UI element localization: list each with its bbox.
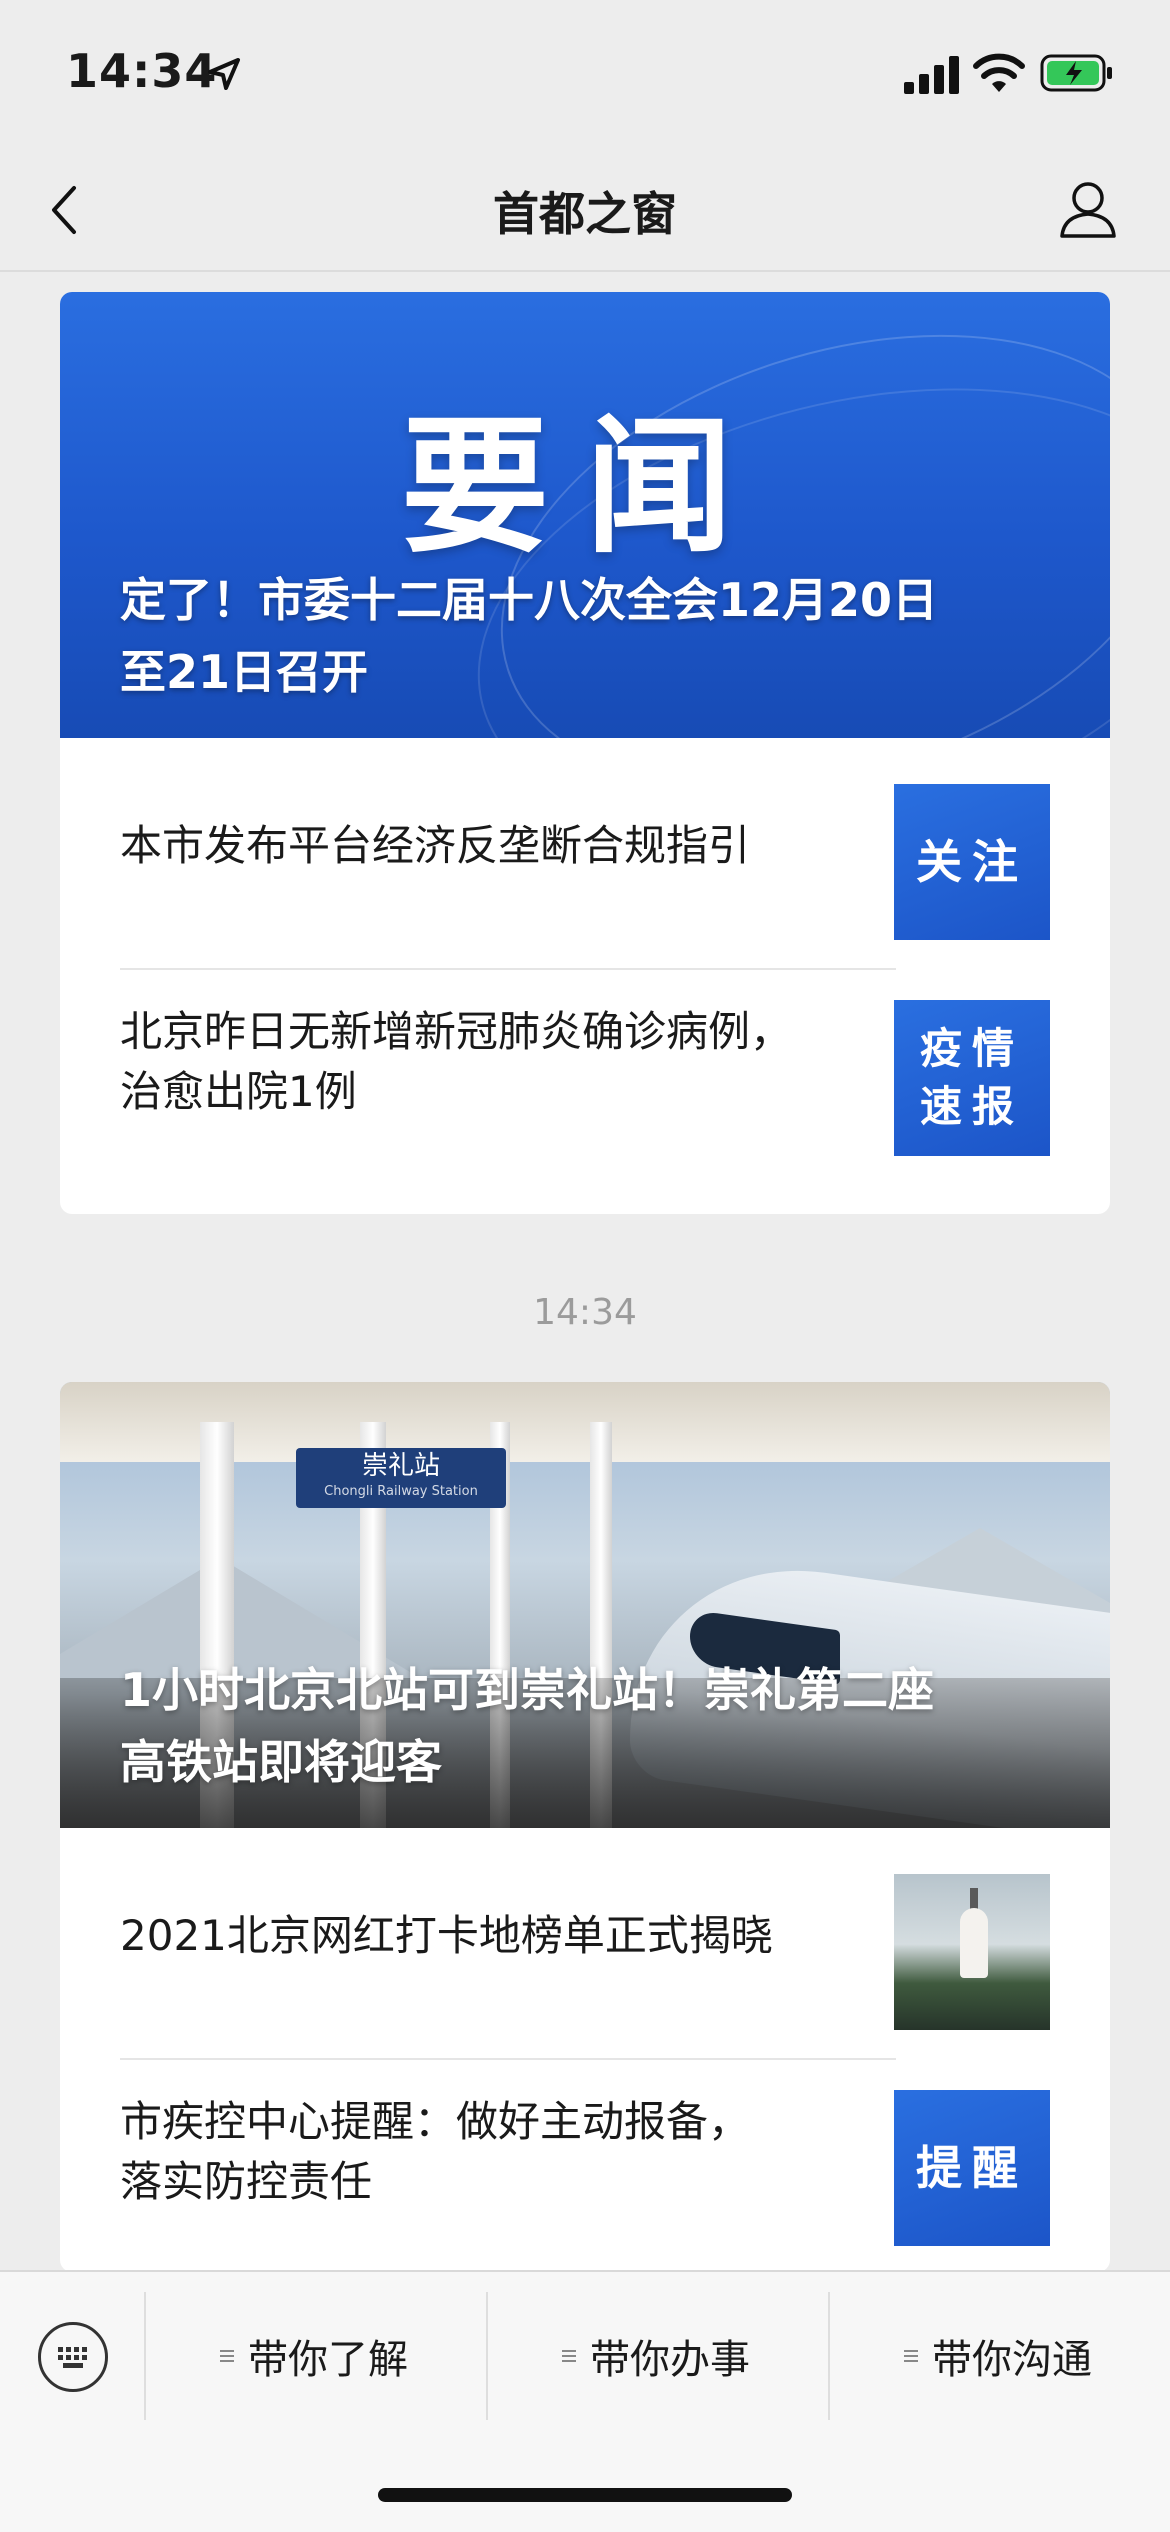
menu-item-label: 带你了解 — [248, 2337, 408, 2383]
station-sign-text: 崇礼站 — [361, 1451, 440, 1481]
battery-charging-icon — [1040, 54, 1112, 92]
news-item-title: 2021北京网红打卡地榜单正式揭晓 — [120, 1828, 860, 2044]
keyboard-icon — [58, 2347, 87, 2368]
menu-item-learn[interactable]: 带你了解 — [144, 2292, 484, 2420]
menu-item-label: 带你办事 — [590, 2337, 750, 2383]
status-bar: 14:34 — [0, 0, 1170, 150]
headline-caption-line: 1小时北京北站可到崇礼站！崇礼第二座 — [120, 1663, 935, 1717]
news-item-title: 北京昨日无新增新冠肺炎确诊病例， 治愈出院1例 — [120, 954, 860, 1170]
news-thumbnail: 提醒 — [894, 2090, 1050, 2246]
headline-caption: 1小时北京北站可到崇礼站！崇礼第二座 高铁站即将迎客 — [120, 1654, 1050, 1798]
news-card-1: 要闻 定了！市委十二届十八次全会12月20日 至21日召开 本市发布平台经济反垄… — [60, 292, 1110, 1214]
thumbnail-label: 疫情 — [919, 1024, 1024, 1073]
news-item-title-line: 治愈出院1例 — [120, 1067, 357, 1116]
keyboard-toggle-button[interactable] — [38, 2322, 108, 2392]
headline-caption-line: 高铁站即将迎客 — [120, 1735, 442, 1789]
news-list-item[interactable]: 北京昨日无新增新冠肺炎确诊病例， 治愈出院1例 疫情 速报 — [120, 954, 1050, 1170]
headline-caption-line: 定了！市委十二届十八次全会12月20日 — [120, 573, 939, 627]
wifi-icon — [973, 53, 1025, 92]
home-indicator[interactable] — [378, 2488, 792, 2502]
profile-icon[interactable] — [1058, 178, 1118, 240]
station-sign-en: Chongli Railway Station — [324, 1484, 478, 1499]
location-arrow-icon — [208, 58, 240, 90]
news-item-title: 市疾控中心提醒：做好主动报备， 落实防控责任 — [120, 2044, 860, 2260]
status-time: 14:34 — [66, 44, 218, 98]
news-thumbnail: 疫情 速报 — [894, 1000, 1050, 1156]
headline-caption: 定了！市委十二届十八次全会12月20日 至21日召开 — [120, 564, 1050, 708]
menu-item-label: 带你沟通 — [932, 2337, 1092, 2383]
news-item-title-line: 北京昨日无新增新冠肺炎确诊病例， — [120, 1007, 793, 1056]
news-item-title-line: 市疾控中心提醒：做好主动报备， — [120, 2097, 751, 2146]
nav-bar: 首都之窗 — [0, 150, 1170, 272]
news-list-item[interactable]: 2021北京网红打卡地榜单正式揭晓 — [120, 1828, 1050, 2044]
menu-list-icon — [904, 2347, 918, 2365]
news-item-title-line: 2021北京网红打卡地榜单正式揭晓 — [120, 1911, 773, 1960]
news-item-title-line: 落实防控责任 — [120, 2157, 373, 2206]
page-title: 首都之窗 — [493, 187, 677, 241]
news-thumbnail: 关注 — [894, 784, 1050, 940]
news-card-2: 崇礼站 Chongli Railway Station 1小时北京北站可到崇礼站… — [60, 1382, 1110, 2272]
station-sign: 崇礼站 Chongli Railway Station — [296, 1448, 506, 1508]
headline-photo[interactable]: 崇礼站 Chongli Railway Station 1小时北京北站可到崇礼站… — [60, 1382, 1110, 1828]
cellular-signal-icon — [904, 56, 959, 94]
headline-caption-line: 至21日召开 — [120, 645, 369, 699]
news-thumbnail — [894, 1874, 1050, 2030]
news-list-item[interactable]: 本市发布平台经济反垄断合规指引 关注 — [120, 738, 1050, 954]
menu-list-icon — [562, 2347, 576, 2365]
menu-item-services[interactable]: 带你办事 — [486, 2292, 826, 2420]
thumbnail-label: 速报 — [919, 1082, 1024, 1131]
news-list-item[interactable]: 市疾控中心提醒：做好主动报备， 落实防控责任 提醒 — [120, 2044, 1050, 2260]
white-pagoda — [960, 1908, 988, 1978]
headline-banner[interactable]: 要闻 定了！市委十二届十八次全会12月20日 至21日召开 — [60, 292, 1110, 738]
news-item-title-line: 本市发布平台经济反垄断合规指引 — [120, 821, 751, 870]
banner-big-title: 要闻 — [401, 399, 769, 573]
news-item-title: 本市发布平台经济反垄断合规指引 — [120, 738, 860, 954]
menu-item-communicate[interactable]: 带你沟通 — [828, 2292, 1168, 2420]
message-timestamp: 14:34 — [533, 1292, 637, 1333]
thumbnail-label: 关注 — [916, 835, 1028, 889]
menu-list-icon — [220, 2347, 234, 2365]
thumbnail-label: 提醒 — [916, 2141, 1028, 2195]
